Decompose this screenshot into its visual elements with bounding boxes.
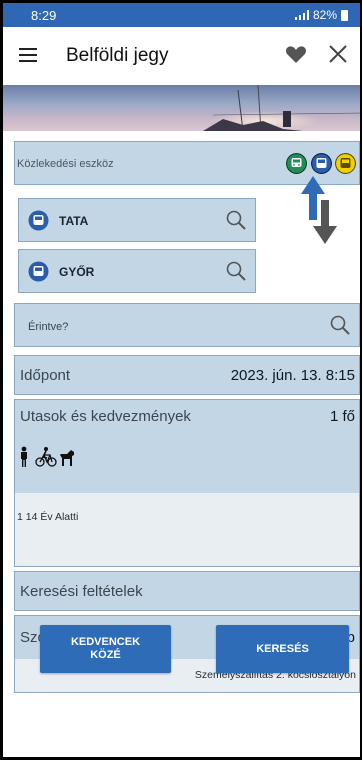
via-placeholder: Érintve? bbox=[28, 321, 69, 333]
search-icon[interactable] bbox=[329, 314, 351, 336]
passengers-count: 1 fő bbox=[329, 408, 355, 425]
date-row[interactable]: Időpont 2023. jún. 13. 8:15 bbox=[14, 355, 360, 395]
to-station-name: GYŐR bbox=[59, 265, 95, 279]
via-station-field[interactable]: Érintve? bbox=[14, 303, 360, 347]
header-banner bbox=[3, 85, 360, 131]
transit-icon bbox=[28, 210, 49, 231]
bicycle-icon bbox=[35, 447, 57, 467]
status-icons: 82% bbox=[294, 8, 348, 22]
form-area: Közlekedési eszköz TATA GYŐR Érintve? Id… bbox=[3, 131, 360, 757]
battery-icon bbox=[341, 9, 348, 21]
heart-icon[interactable] bbox=[284, 42, 308, 66]
close-icon[interactable] bbox=[326, 42, 350, 66]
app-screen: 8:29 82% Belföldi jegy Közlekedési eszkö… bbox=[0, 0, 362, 760]
search-icon[interactable] bbox=[225, 260, 247, 282]
date-label: Időpont bbox=[20, 367, 71, 384]
passengers-row[interactable]: Utasok és kedvezmények 1 fő 1 14 Év Alat… bbox=[14, 399, 360, 567]
add-to-favorites-button[interactable]: KEDVENCEK KÖZÉ bbox=[40, 625, 171, 673]
status-time: 8:29 bbox=[31, 7, 57, 23]
train-icon[interactable] bbox=[286, 153, 307, 174]
bus-icon[interactable] bbox=[311, 153, 332, 174]
from-station-field[interactable]: TATA bbox=[18, 198, 256, 242]
date-value: 2023. jún. 13. 8:15 bbox=[230, 367, 355, 384]
search-button[interactable]: KERESÉS bbox=[216, 625, 349, 673]
transit-icon bbox=[28, 261, 49, 282]
transport-label: Közlekedési eszköz bbox=[17, 158, 114, 170]
person-icon bbox=[21, 446, 27, 467]
battery-percent: 82% bbox=[312, 8, 337, 22]
search-icon[interactable] bbox=[225, 209, 247, 231]
search-conditions-label: Keresési feltételek bbox=[20, 583, 143, 600]
to-station-field[interactable]: GYŐR bbox=[18, 249, 256, 293]
passenger-detail: 1 14 Év Alatti bbox=[17, 511, 79, 523]
signal-icon bbox=[294, 10, 309, 20]
passengers-label: Utasok és kedvezmények bbox=[20, 408, 191, 425]
hamburger-menu-icon[interactable] bbox=[19, 48, 37, 62]
search-button-label: KERESÉS bbox=[256, 642, 309, 655]
app-bar: Belföldi jegy bbox=[3, 27, 360, 85]
dog-icon bbox=[60, 450, 74, 466]
passenger-icons bbox=[21, 446, 74, 467]
swap-stations-icon[interactable] bbox=[301, 176, 337, 244]
status-bar: 8:29 82% bbox=[3, 3, 360, 27]
page-title: Belföldi jegy bbox=[66, 45, 169, 66]
bus-yellow-icon[interactable] bbox=[335, 153, 356, 174]
from-station-name: TATA bbox=[59, 214, 89, 228]
search-conditions-row[interactable]: Keresési feltételek bbox=[14, 571, 360, 611]
favorites-button-label: KEDVENCEK KÖZÉ bbox=[70, 636, 141, 661]
